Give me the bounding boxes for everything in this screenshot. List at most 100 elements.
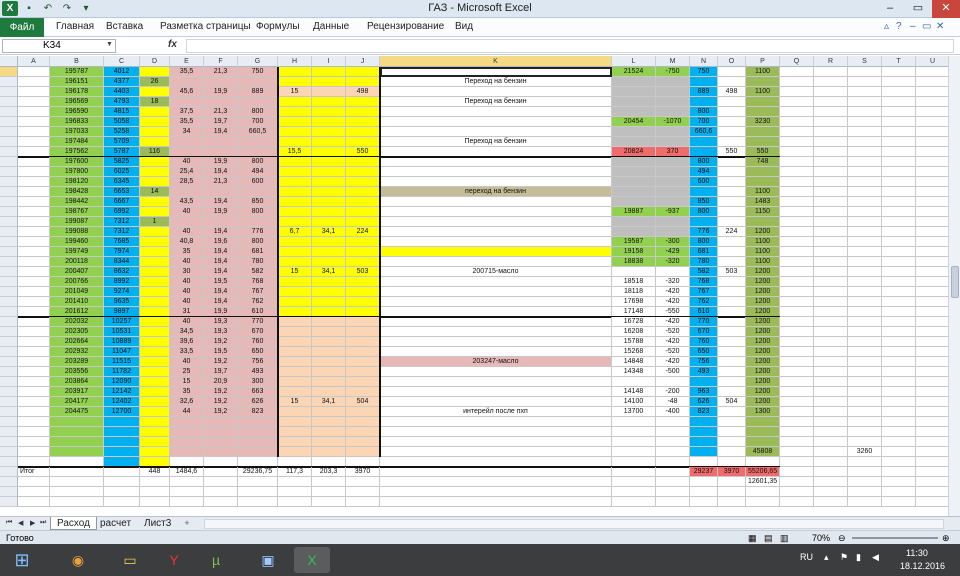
cell-l72[interactable] [612,447,656,457]
cell-l34[interactable]: 21524 [612,67,656,77]
cell-m70[interactable] [656,427,690,437]
cell-h67[interactable]: 15 [278,397,312,407]
cell-u67[interactable] [916,397,948,407]
cell-t37[interactable] [882,97,916,107]
cell-s72[interactable]: 3260 [848,447,882,457]
row-header-39[interactable] [0,117,18,127]
cell-n59[interactable]: 770 [690,317,718,327]
cell-m47[interactable] [656,197,690,207]
cell-a48[interactable] [18,207,50,217]
cell-o60[interactable] [718,327,746,337]
cell-d44[interactable] [140,167,170,177]
cell-n36[interactable]: 889 [690,87,718,97]
cell-o74[interactable]: 3970 [718,467,746,477]
row-header-46[interactable] [0,187,18,197]
cell-s55[interactable] [848,277,882,287]
cell-k66[interactable] [380,387,612,397]
column-header-o[interactable]: O [718,56,746,67]
cell-n39[interactable]: 700 [690,117,718,127]
cell-n35[interactable] [690,77,718,87]
cell-u41[interactable] [916,137,948,147]
cell-p36[interactable]: 1100 [746,87,780,97]
cell-c54[interactable]: 8632 [104,267,140,277]
cell-j64[interactable] [346,367,380,377]
cell-j56[interactable] [346,287,380,297]
cell-k35[interactable]: Переход на бензин [380,77,612,87]
cell-p62[interactable]: 1200 [746,347,780,357]
column-header-n[interactable]: N [690,56,718,67]
cell-b40[interactable]: 197033 [50,127,104,137]
ribbon-collapse-icon[interactable]: ▵ [884,21,889,32]
cell-k54[interactable]: 200715-масло [380,267,612,277]
cell-d61[interactable] [140,337,170,347]
cell-b63[interactable]: 203289 [50,357,104,367]
cell-e60[interactable]: 34,5 [170,327,204,337]
cell-l60[interactable]: 16208 [612,327,656,337]
cell-h76[interactable] [278,487,312,497]
file-tab[interactable]: Файл [0,18,44,37]
cell-b60[interactable]: 202305 [50,327,104,337]
cell-k40[interactable] [380,127,612,137]
cell-s36[interactable] [848,87,882,97]
row-header-61[interactable] [0,337,18,347]
cell-r70[interactable] [814,427,848,437]
cell-l52[interactable]: 19158 [612,247,656,257]
cell-f39[interactable]: 19,7 [204,117,238,127]
cell-h53[interactable] [278,257,312,267]
cell-f47[interactable]: 19,4 [204,197,238,207]
cell-j52[interactable] [346,247,380,257]
cell-h63[interactable] [278,357,312,367]
cell-d57[interactable] [140,297,170,307]
cell-i49[interactable] [312,217,346,227]
cell-g36[interactable]: 889 [238,87,278,97]
cell-s48[interactable] [848,207,882,217]
cell-u34[interactable] [916,67,948,77]
cell-q56[interactable] [780,287,814,297]
cell-h47[interactable] [278,197,312,207]
cell-c38[interactable]: 4815 [104,107,140,117]
cell-r52[interactable] [814,247,848,257]
cell-u57[interactable] [916,297,948,307]
cell-g64[interactable]: 493 [238,367,278,377]
cell-h70[interactable] [278,427,312,437]
cell-a44[interactable] [18,167,50,177]
cell-t73[interactable] [882,457,916,467]
cell-e45[interactable]: 28,5 [170,177,204,187]
cell-c75[interactable] [104,477,140,487]
cell-t48[interactable] [882,207,916,217]
cell-l59[interactable]: 16728 [612,317,656,327]
row-header-59[interactable] [0,317,18,327]
cell-t53[interactable] [882,257,916,267]
excel-task-icon[interactable]: X [294,547,330,573]
cell-u55[interactable] [916,277,948,287]
column-header-q[interactable]: Q [780,56,814,67]
cell-n53[interactable]: 780 [690,257,718,267]
row-header-67[interactable] [0,397,18,407]
cell-s43[interactable] [848,157,882,167]
cell-f51[interactable]: 19,6 [204,237,238,247]
cell-g45[interactable]: 600 [238,177,278,187]
cell-f34[interactable]: 21,3 [204,67,238,77]
cell-m68[interactable]: -400 [656,407,690,417]
cell-q34[interactable] [780,67,814,77]
cell-b56[interactable]: 201049 [50,287,104,297]
cell-f57[interactable]: 19,4 [204,297,238,307]
cell-m41[interactable] [656,137,690,147]
cell-p57[interactable]: 1200 [746,297,780,307]
cell-s45[interactable] [848,177,882,187]
cell-h75[interactable] [278,477,312,487]
cell-c40[interactable]: 5258 [104,127,140,137]
cell-s53[interactable] [848,257,882,267]
cell-f40[interactable]: 19,4 [204,127,238,137]
cell-r45[interactable] [814,177,848,187]
cell-l70[interactable] [612,427,656,437]
cell-o43[interactable] [718,157,746,167]
cell-m61[interactable]: -420 [656,337,690,347]
cell-g68[interactable]: 823 [238,407,278,417]
cell-r62[interactable] [814,347,848,357]
cell-n37[interactable] [690,97,718,107]
cell-j61[interactable] [346,337,380,347]
cell-g70[interactable] [238,427,278,437]
cell-l49[interactable] [612,217,656,227]
cell-t60[interactable] [882,327,916,337]
